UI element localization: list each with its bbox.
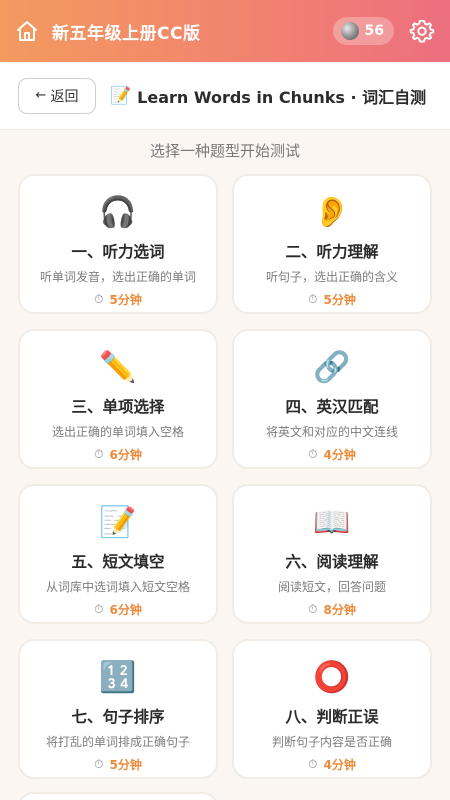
card-description: 从词库中选词填入短文空格: [45, 580, 190, 594]
back-label: 返回: [50, 88, 79, 105]
page-toolbar: ← 返回 📝 Learn Words in Chunks · 词汇自测: [0, 62, 450, 130]
card-description: 将英文和对应的中文连线: [265, 425, 398, 439]
pencil-icon: ✏️: [99, 350, 137, 385]
arrow-left-icon: ←: [35, 88, 47, 103]
quiz-card-true-false[interactable]: ⭕ 八、判断正误 判断句子内容是否正确 ⏱ 4分钟: [232, 639, 432, 779]
home-icon[interactable]: [14, 18, 40, 44]
page-title: 📝 Learn Words in Chunks · 词汇自测: [110, 84, 426, 108]
duration-text: 8分钟: [323, 603, 356, 617]
card-title: 六、阅读理解: [285, 553, 379, 571]
app-header: 新五年级上册CC版 56: [0, 0, 450, 62]
timer-icon: ⏱: [94, 447, 104, 461]
timer-icon: ⏱: [94, 602, 104, 616]
page-title-text: Learn Words in Chunks · 词汇自测: [137, 87, 427, 107]
book-icon: 📖: [313, 505, 351, 540]
card-duration: ⏱ 5分钟: [308, 291, 356, 308]
card-title: 一、听力选词: [71, 243, 165, 261]
timer-icon: ⏱: [94, 292, 104, 306]
card-description: 选出正确的单词填入空格: [51, 425, 184, 439]
back-button[interactable]: ← 返回: [18, 77, 96, 114]
duration-text: 5分钟: [109, 293, 142, 307]
timer-icon: ⏱: [308, 757, 318, 771]
duration-text: 4分钟: [323, 448, 356, 462]
card-duration: ⏱ 8分钟: [308, 601, 356, 618]
gear-icon[interactable]: [408, 17, 436, 45]
card-duration: ⏱ 4分钟: [308, 446, 356, 463]
moon-icon: [340, 22, 359, 40]
card-duration: ⏱ 6分钟: [94, 601, 142, 618]
card-title: 三、单项选择: [71, 398, 165, 416]
duration-text: 5分钟: [323, 293, 356, 307]
quiz-card-partial[interactable]: [18, 792, 218, 800]
card-description: 判断句子内容是否正确: [271, 735, 392, 749]
card-description: 阅读短文，回答问题: [277, 580, 386, 594]
quiz-card-listening-comprehension[interactable]: 👂 二、听力理解 听句子，选出正确的含义 ⏱ 5分钟: [232, 174, 432, 314]
coin-counter[interactable]: 56: [332, 17, 394, 45]
timer-icon: ⏱: [308, 292, 318, 306]
duration-text: 4分钟: [323, 758, 356, 772]
card-duration: ⏱ 4分钟: [308, 756, 356, 773]
card-title: 八、判断正误: [285, 708, 379, 726]
quiz-card-sentence-order[interactable]: 🔢 七、句子排序 将打乱的单词排成正确句子 ⏱ 5分钟: [18, 639, 218, 779]
card-description: 听单词发音，选出正确的单词: [39, 270, 196, 284]
timer-icon: ⏱: [308, 602, 318, 616]
quiz-card-reading[interactable]: 📖 六、阅读理解 阅读短文，回答问题 ⏱ 8分钟: [232, 484, 432, 624]
section-subtitle: 选择一种题型开始测试: [149, 142, 300, 160]
coin-count: 56: [364, 23, 384, 39]
duration-text: 6分钟: [109, 603, 142, 617]
duration-text: 6分钟: [109, 448, 142, 462]
circle-icon: ⭕: [313, 660, 351, 695]
card-title: 四、英汉匹配: [285, 398, 379, 416]
card-description: 将打乱的单词排成正确句子: [45, 735, 190, 749]
duration-text: 5分钟: [109, 758, 142, 772]
card-duration: ⏱ 5分钟: [94, 756, 142, 773]
card-title: 五、短文填空: [71, 553, 165, 571]
card-title: 七、句子排序: [71, 708, 165, 726]
memo-icon: 📝: [99, 505, 137, 540]
memo-icon: 📝: [110, 85, 132, 106]
card-description: 听句子，选出正确的含义: [265, 270, 398, 284]
quiz-card-cloze[interactable]: 📝 五、短文填空 从词库中选词填入短文空格 ⏱ 6分钟: [18, 484, 218, 624]
ear-icon: 👂: [313, 195, 351, 230]
headphones-icon: 🎧: [99, 195, 137, 230]
quiz-card-matching[interactable]: 🔗 四、英汉匹配 将英文和对应的中文连线 ⏱ 4分钟: [232, 329, 432, 469]
timer-icon: ⏱: [308, 447, 318, 461]
link-icon: 🔗: [313, 350, 351, 385]
quiz-card-multiple-choice[interactable]: ✏️ 三、单项选择 选出正确的单词填入空格 ⏱ 6分钟: [18, 329, 218, 469]
card-duration: ⏱ 6分钟: [94, 446, 142, 463]
numbers-icon: 🔢: [99, 660, 137, 695]
app-title: 新五年级上册CC版: [52, 23, 201, 44]
timer-icon: ⏱: [94, 757, 104, 771]
card-duration: ⏱ 5分钟: [94, 291, 142, 308]
card-title: 二、听力理解: [285, 243, 379, 261]
quiz-card-listening-words[interactable]: 🎧 一、听力选词 听单词发音，选出正确的单词 ⏱ 5分钟: [18, 174, 218, 314]
